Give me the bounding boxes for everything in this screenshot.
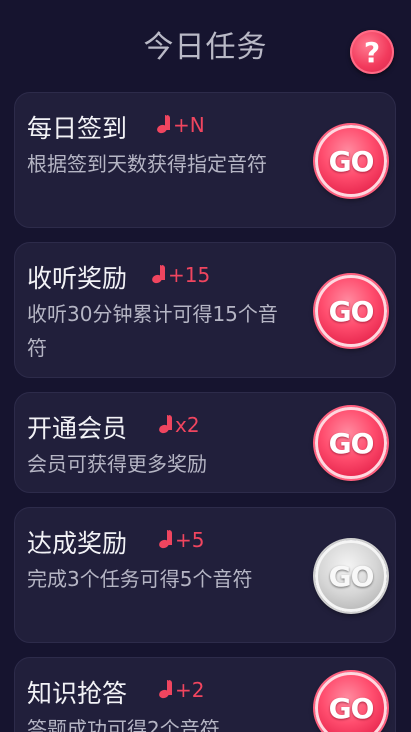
go-button[interactable]: GO xyxy=(315,275,387,347)
task-reward: +N xyxy=(157,113,205,137)
task-title: 每日签到 xyxy=(27,114,128,143)
reward-value: x2 xyxy=(175,413,200,437)
task-description: 答题成功可得2个音符 xyxy=(27,717,220,732)
music-note-icon xyxy=(159,530,173,548)
go-button[interactable]: GO xyxy=(315,407,387,479)
music-note-icon xyxy=(157,115,171,133)
task-title: 达成奖励 xyxy=(27,529,128,558)
task-description: 收听30分钟累计可得15个音符 xyxy=(27,302,278,360)
reward-value: +5 xyxy=(175,528,205,552)
task-description: 会员可获得更多奖励 xyxy=(27,452,207,476)
task-card-daily-checkin: 每日签到 +N 根据签到天数获得指定音符 GO xyxy=(14,92,396,228)
task-reward: +5 xyxy=(159,528,204,552)
task-card-quiz: 知识抢答 +2 答题成功可得2个音符 GO xyxy=(14,657,396,732)
task-title: 收听奖励 xyxy=(27,264,128,293)
help-button[interactable]: ? xyxy=(350,30,394,74)
task-description: 完成3个任务可得5个音符 xyxy=(27,567,253,591)
reward-value: +N xyxy=(173,113,205,137)
task-card-membership: 开通会员 x2 会员可获得更多奖励 GO xyxy=(14,392,396,493)
question-mark-icon: ? xyxy=(363,35,381,69)
page-title: 今日任务 xyxy=(143,30,268,65)
task-reward: +2 xyxy=(159,678,204,702)
task-card-listen-reward: 收听奖励 +15 收听30分钟累计可得15个音符 GO xyxy=(14,242,396,378)
music-note-icon xyxy=(152,265,166,283)
go-button[interactable]: GO xyxy=(315,672,387,732)
reward-value: +2 xyxy=(175,678,205,702)
go-button[interactable]: GO xyxy=(315,125,387,197)
task-title: 知识抢答 xyxy=(27,679,128,708)
task-card-achievement: 达成奖励 +5 完成3个任务可得5个音符 GO xyxy=(14,507,396,643)
task-reward: +15 xyxy=(152,263,210,287)
reward-value: +15 xyxy=(168,263,211,287)
task-title: 开通会员 xyxy=(27,414,128,443)
task-description: 根据签到天数获得指定音符 xyxy=(27,152,267,176)
music-note-icon xyxy=(159,415,173,433)
go-button[interactable]: GO xyxy=(315,540,387,612)
task-reward: x2 xyxy=(159,413,200,437)
task-screen: 今日任务 ? 每日签到 +N 根据签到天数获得指定音符 GO 收听奖励 +15 … xyxy=(0,0,411,732)
music-note-icon xyxy=(159,680,173,698)
